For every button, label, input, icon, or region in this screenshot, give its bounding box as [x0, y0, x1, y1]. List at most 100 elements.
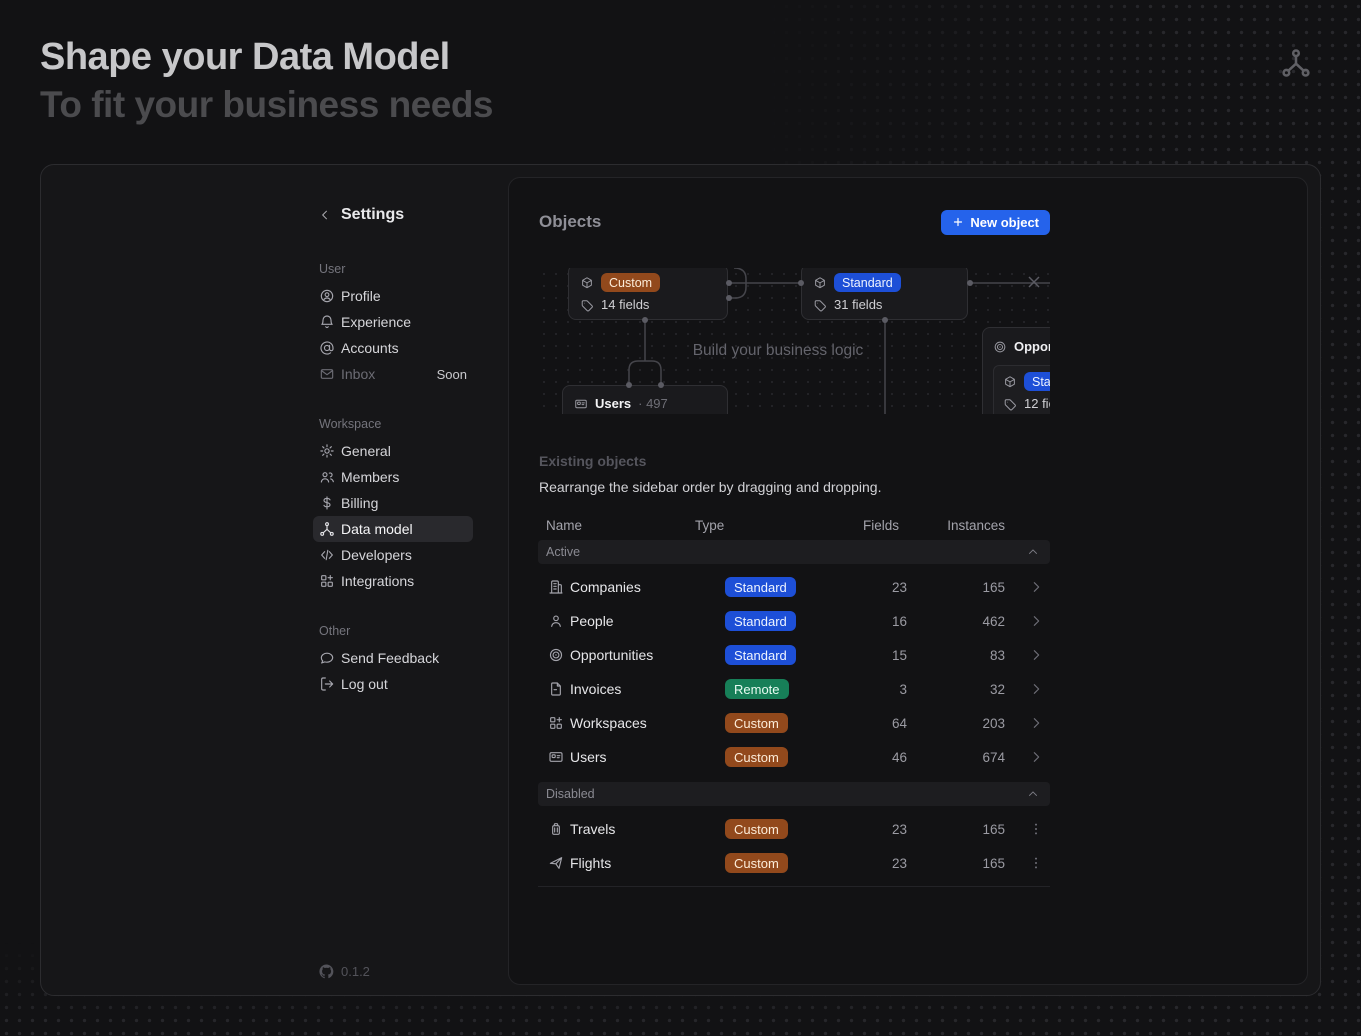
table-row-workspaces[interactable]: Workspaces Custom 64 203 — [538, 706, 1050, 740]
table-row-people[interactable]: People Standard 16 462 — [538, 604, 1050, 638]
section-label-workspace: Workspace — [313, 417, 473, 431]
chevron-right-icon[interactable] — [1028, 715, 1044, 731]
table-row-flights[interactable]: Flights Custom 23 165 — [538, 846, 1050, 880]
fields-count: 64 — [835, 716, 907, 731]
table-row-invoices[interactable]: Invoices Remote 3 32 — [538, 672, 1050, 706]
instances-count: 165 — [907, 856, 1005, 871]
page-subtitle: To fit your business needs — [40, 84, 493, 126]
sidebar-item-developers[interactable]: Developers — [313, 542, 473, 568]
group-header-disabled[interactable]: Disabled — [538, 782, 1050, 806]
luggage-icon — [548, 821, 564, 837]
plane-icon — [548, 855, 564, 871]
sidebar-item-profile[interactable]: Profile — [313, 283, 473, 309]
object-name: People — [570, 613, 614, 629]
settings-title: Settings — [341, 206, 404, 224]
chevron-right-icon[interactable] — [1028, 579, 1044, 595]
target-icon — [548, 647, 564, 663]
sidebar-item-billing[interactable]: Billing — [313, 490, 473, 516]
table-row-users[interactable]: Users Custom 46 674 — [538, 740, 1050, 774]
profile-icon — [319, 288, 335, 304]
chevron-right-icon[interactable] — [1028, 647, 1044, 663]
sidebar-item-label: Profile — [341, 288, 381, 304]
app-version: 0.1.2 — [319, 964, 370, 979]
settings-header[interactable]: Settings — [318, 206, 404, 224]
github-icon — [319, 964, 334, 979]
chevron-right-icon[interactable] — [1028, 613, 1044, 629]
plus-icon — [952, 216, 964, 228]
instance-count: · 497 — [638, 396, 668, 411]
cube-icon — [580, 276, 594, 290]
column-header-fields: Fields — [835, 518, 907, 533]
objects-table: Name Type Fields Instances Active Compan… — [538, 516, 1050, 887]
type-badge: Custom — [601, 273, 660, 292]
logout-icon — [319, 676, 335, 692]
sidebar-item-general[interactable]: General — [313, 438, 473, 464]
fields-count: 23 — [835, 822, 907, 837]
instances-count: 83 — [907, 648, 1005, 663]
fields-count: 3 — [835, 682, 907, 697]
page-title: Shape your Data Model — [40, 36, 450, 79]
sidebar-item-integrations[interactable]: Integrations — [313, 568, 473, 594]
diagram-card-opportunities[interactable]: Opportunities Standard 12 fields — [982, 327, 1050, 414]
target-icon — [993, 340, 1007, 354]
workspace-grid-icon — [548, 715, 564, 731]
tag-icon — [1003, 397, 1017, 411]
existing-objects-subtitle: Rearrange the sidebar order by dragging … — [539, 479, 881, 495]
members-icon — [319, 469, 335, 485]
tag-icon — [580, 298, 594, 312]
kebab-menu-icon[interactable] — [1028, 821, 1044, 837]
chat-icon — [319, 650, 335, 666]
fields-count: 15 — [835, 648, 907, 663]
chevron-up-icon[interactable] — [1026, 787, 1040, 801]
object-name: Opportunities — [1014, 339, 1050, 354]
gear-icon — [319, 443, 335, 459]
diagram-card-custom[interactable]: Custom 14 fields — [568, 268, 728, 320]
table-row-companies[interactable]: Companies Standard 23 165 — [538, 570, 1050, 604]
sidebar-item-send-feedback[interactable]: Send Feedback — [313, 645, 473, 671]
fields-count: 23 — [835, 580, 907, 595]
group-header-active[interactable]: Active — [538, 540, 1050, 564]
object-name: Workspaces — [570, 715, 647, 731]
version-number: 0.1.2 — [341, 964, 370, 979]
sidebar-item-experience[interactable]: Experience — [313, 309, 473, 335]
diagram-card-users[interactable]: Users · 497 — [562, 385, 728, 414]
sidebar-item-label: Log out — [341, 676, 388, 692]
sidebar-item-data-model[interactable]: Data model — [313, 516, 473, 542]
chevron-right-icon[interactable] — [1028, 681, 1044, 697]
existing-objects-title: Existing objects — [539, 453, 646, 469]
nested-card: Standard 12 fields — [993, 365, 1050, 414]
group-label: Active — [546, 545, 580, 559]
cube-icon — [1003, 375, 1017, 389]
fields-count: 16 — [835, 614, 907, 629]
column-header-type: Type — [695, 518, 835, 533]
objects-panel: Objects New object Build your business l… — [508, 177, 1308, 985]
data-model-icon — [319, 521, 335, 537]
sidebar-item-log-out[interactable]: Log out — [313, 671, 473, 697]
type-badge: Remote — [725, 679, 789, 699]
new-object-button[interactable]: New object — [941, 210, 1050, 235]
object-name: Users — [595, 396, 631, 411]
sidebar-item-accounts[interactable]: Accounts — [313, 335, 473, 361]
document-icon — [548, 681, 564, 697]
chevron-right-icon[interactable] — [1028, 749, 1044, 765]
diagram-card-standard[interactable]: Standard 31 fields — [801, 268, 968, 320]
fields-count: 12 fields — [1024, 396, 1050, 411]
instances-count: 165 — [907, 822, 1005, 837]
table-row-opportunities[interactable]: Opportunities Standard 15 83 — [538, 638, 1050, 672]
type-badge: Custom — [725, 853, 788, 873]
sidebar-item-label: Experience — [341, 314, 411, 330]
chevron-up-icon[interactable] — [1026, 545, 1040, 559]
object-name: Flights — [570, 855, 611, 871]
kebab-menu-icon[interactable] — [1028, 855, 1044, 871]
new-object-label: New object — [970, 215, 1039, 230]
bell-icon — [319, 314, 335, 330]
sidebar-item-members[interactable]: Members — [313, 464, 473, 490]
sidebar-item-label: Developers — [341, 547, 412, 563]
section-label-user: User — [313, 262, 473, 276]
table-row-travels[interactable]: Travels Custom 23 165 — [538, 812, 1050, 846]
building-icon — [548, 579, 564, 595]
group-label: Disabled — [546, 787, 595, 801]
fields-count: 23 — [835, 856, 907, 871]
at-icon — [319, 340, 335, 356]
object-name: Invoices — [570, 681, 621, 697]
